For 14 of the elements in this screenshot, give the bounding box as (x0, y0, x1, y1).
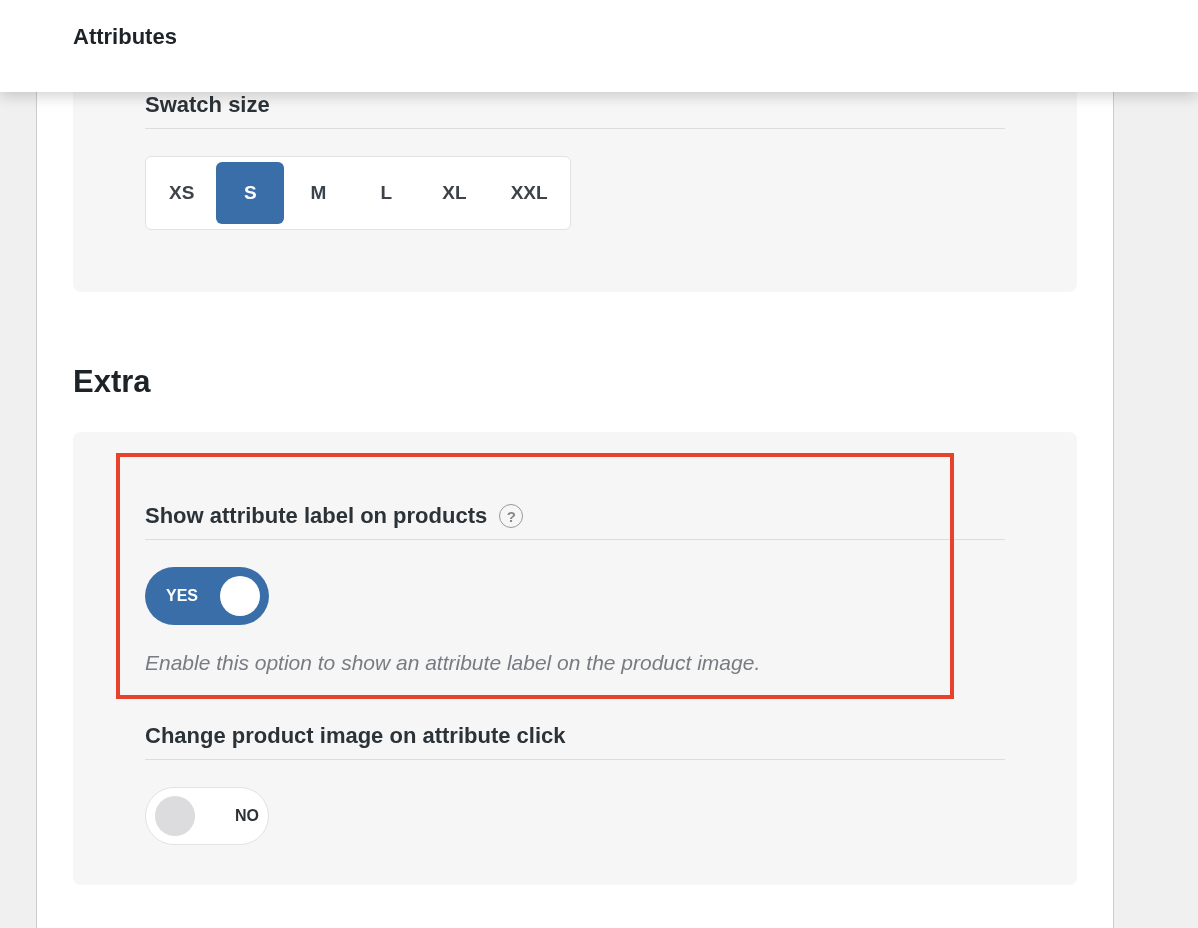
setting-title: Change product image on attribute click (145, 723, 566, 749)
size-option[interactable]: M (284, 162, 353, 224)
size-option[interactable]: S (216, 162, 285, 224)
toggle-switch[interactable]: YES (145, 567, 269, 625)
size-option[interactable]: L (352, 162, 421, 224)
size-option[interactable]: XS (147, 162, 217, 224)
size-option[interactable]: XL (420, 162, 489, 224)
page-title: Attributes (73, 24, 177, 50)
setting-description: Enable this option to show an attribute label on the product image. (145, 651, 762, 675)
setting-title: Show attribute label on products (145, 503, 488, 529)
section-heading: Extra (73, 364, 152, 400)
toggle-switch[interactable]: NO (145, 787, 269, 845)
setting-title: Swatch size (145, 92, 270, 118)
size-option[interactable]: XXL (488, 162, 570, 224)
